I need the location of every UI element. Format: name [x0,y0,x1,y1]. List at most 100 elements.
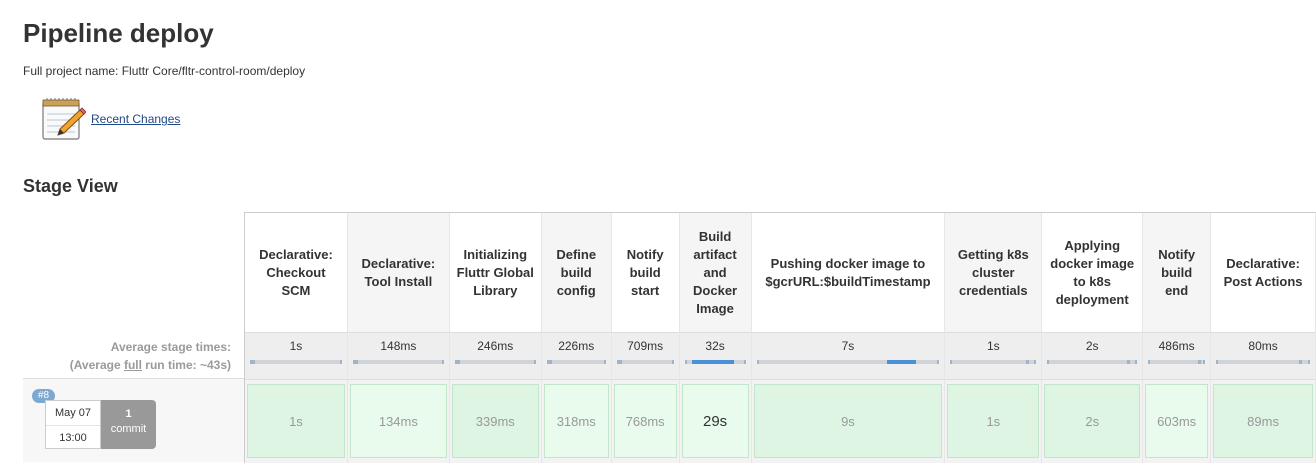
stage-header: Build artifact and Docker Image [679,213,751,332]
stage-average-time: 32s [705,339,725,353]
stage-time-bar [546,360,606,364]
commit-label: commit [110,423,147,435]
stage-column: Declarative: Checkout SCM 1s 1s [245,213,348,463]
build-date-box: May 07 13:00 [45,400,101,449]
stage-time-bar [1047,360,1138,364]
page-title: Pipeline deploy [23,18,214,48]
commit-count: 1 [125,408,132,420]
stage-average-cell: 80ms [1211,332,1316,379]
recent-changes-link[interactable]: Recent Changes [91,112,180,126]
stage-time-bar [756,360,940,364]
stage-run-cell[interactable]: 318ms [543,384,609,458]
stage-run-cell-wrap: 339ms [449,379,541,463]
stage-column: Declarative: Post Actions 80ms 89ms [1211,213,1316,463]
stage-time-bar-fill [1197,360,1201,364]
stage-run-cell[interactable]: 2s [1044,384,1141,458]
stage-average-cell: 226ms [541,332,611,379]
avg-label-suffix: run time: ~43s) [141,358,231,372]
stage-run-cell[interactable]: 1s [947,384,1040,458]
stage-header: Applying docker image to k8s deployment [1042,213,1143,332]
stage-average-cell: 709ms [611,332,679,379]
stage-average-time: 246ms [477,339,514,353]
avg-label-prefix: (Average [69,358,124,372]
stage-run-cell-wrap: 1s [245,379,347,463]
stage-header: Getting k8s cluster credentials [945,213,1042,332]
stage-time-bar-fill [354,360,358,364]
stage-run-cell-wrap: 134ms [347,379,449,463]
stage-average-cell: 7s [751,332,945,379]
stage-table: Declarative: Checkout SCM 1s 1s Declarative… [244,212,1316,463]
stage-run-cell-wrap: 89ms [1211,379,1316,463]
stage-header: Declarative: Tool Install [347,213,449,332]
stage-header: Notify build start [611,213,679,332]
stage-header: Define build config [541,213,611,332]
stage-column: Getting k8s cluster credentials 1s 1s [945,213,1043,463]
stage-column: Initializing Fluttr Global Library 246ms 3… [449,213,542,463]
stage-header: Declarative: Checkout SCM [245,213,347,332]
stage-run-cell[interactable]: 9s [753,384,943,458]
stage-average-cell: 246ms [449,332,541,379]
commit-box[interactable]: 1 commit [101,400,156,449]
stage-average-time: 226ms [558,339,595,353]
stage-run-cell-wrap: 1s [945,379,1042,463]
stage-header: Notify build end [1143,213,1211,332]
stage-run-cell[interactable]: 1s [247,384,345,458]
stage-average-cell: 486ms [1143,332,1211,379]
stage-time-bar [616,360,674,364]
stage-average-cell: 1s [245,332,347,379]
stage-time-bar-fill [618,360,622,364]
stage-run-cell[interactable]: 603ms [1145,384,1209,458]
stage-run-cell[interactable]: 339ms [451,384,539,458]
stage-run-cell-wrap: 603ms [1143,379,1211,463]
stage-average-time: 1s [986,339,1000,353]
build-time: 13:00 [46,425,100,449]
stage-column: Define build config 226ms 318ms [541,213,612,463]
stage-average-time: 2s [1085,339,1099,353]
stage-header: Initializing Fluttr Global Library [449,213,541,332]
stage-column: Notify build end 486ms 603ms [1143,213,1212,463]
stage-run-cell[interactable]: 29s [681,384,749,458]
stage-average-cell: 1s [945,332,1042,379]
stage-average-time: 80ms [1248,339,1278,353]
stage-time-bar [250,360,342,364]
recent-changes: Recent Changes [40,96,180,142]
stage-header: Declarative: Post Actions [1211,213,1316,332]
stage-average-time: 709ms [627,339,664,353]
stage-run-cell[interactable]: 89ms [1213,384,1314,458]
stage-run-cell-wrap: 2s [1042,379,1143,463]
average-stage-times-label: Average stage times: (Average full run t… [70,338,231,374]
stage-time-bar-fill [1126,360,1130,364]
stage-run-cell[interactable]: 768ms [613,384,677,458]
stage-column: Notify build start 709ms 768ms [611,213,680,463]
stage-run-cell-wrap: 29s [679,379,751,463]
stage-run-cell-wrap: 318ms [541,379,611,463]
stage-average-cell: 32s [679,332,751,379]
stage-view-title: Stage View [23,176,118,196]
stage-column: Applying docker image to k8s deployment 2… [1042,213,1144,463]
stage-column: Build artifact and Docker Image 32s 29s [679,213,752,463]
stage-average-time: 1s [289,339,303,353]
stage-header: Pushing docker image to $gcrURL:$buildTi… [751,213,945,332]
stage-time-bar-fill [456,360,460,364]
stage-time-bar-fill [252,360,255,364]
avg-label-line2: (Average full run time: ~43s) [70,356,231,374]
stage-time-bar-fill [887,360,916,364]
stage-time-bar [454,360,536,364]
build-date: May 07 [54,407,92,419]
stage-time-bar-fill [1299,360,1303,364]
stage-average-time: 7s [841,339,855,353]
stage-time-bar [1216,360,1311,364]
stage-average-cell: 148ms [347,332,449,379]
stage-column: Pushing docker image to $gcrURL:$buildTi… [751,213,946,463]
stage-time-bar [950,360,1037,364]
full-project-name: Full project name: Fluttr Core/fltr-cont… [23,64,306,78]
stage-time-bar-fill [548,360,552,364]
stage-column: Declarative: Tool Install 148ms 134ms [347,213,450,463]
stage-time-bar-fill [1026,360,1030,364]
stage-time-bar [1148,360,1206,364]
stage-run-cell[interactable]: 134ms [349,384,447,458]
notepad-pencil-icon [42,98,86,140]
avg-label-line1: Average stage times: [110,340,231,354]
stage-average-cell: 2s [1042,332,1143,379]
stage-time-bar [352,360,444,364]
